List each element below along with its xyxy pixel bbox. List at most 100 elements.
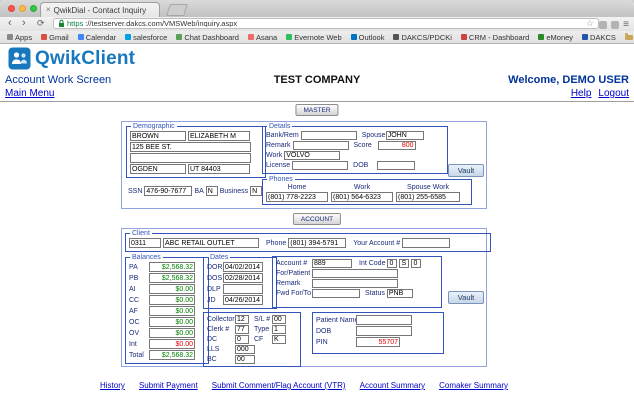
balance-input[interactable] [149, 339, 195, 349]
bc-input[interactable] [235, 355, 255, 364]
minimize-window-button[interactable] [19, 5, 26, 12]
cf-input[interactable] [272, 335, 286, 344]
int-code-input-3[interactable] [411, 259, 422, 268]
comaker-summary-link[interactable]: Comaker Summary [439, 381, 508, 390]
back-icon[interactable]: ‹ [8, 17, 12, 31]
client-name-input[interactable] [163, 238, 259, 248]
dc-input[interactable] [235, 335, 249, 344]
history-link[interactable]: History [100, 381, 125, 390]
reload-icon[interactable]: ⟳ [37, 17, 45, 31]
bookmark-item[interactable]: eMoney [538, 33, 573, 42]
bookmark-item[interactable]: Chat Dashboard [176, 33, 239, 42]
ba-input[interactable] [205, 186, 218, 196]
balance-input[interactable] [149, 273, 195, 283]
type-input[interactable] [272, 325, 286, 334]
master-section-button[interactable]: MASTER [295, 104, 339, 116]
your-account-input[interactable] [402, 238, 451, 248]
account-summary-link[interactable]: Account Summary [360, 381, 425, 390]
bookmark-item[interactable]: DAKCS [582, 33, 616, 42]
spouse-input[interactable] [385, 131, 424, 140]
other-bookmarks-button[interactable]: Other Bookmarks [624, 32, 634, 42]
last-name-input[interactable] [130, 131, 186, 141]
city-input[interactable] [130, 164, 186, 174]
submit-payment-link[interactable]: Submit Payment [139, 381, 198, 390]
zoom-window-button[interactable] [30, 5, 37, 12]
qwikclient-logo-icon [8, 47, 31, 70]
ssn-input[interactable] [144, 186, 193, 196]
submit-comment-link[interactable]: Submit Comment/Flag Account (VTR) [212, 381, 346, 390]
collector-input[interactable] [235, 315, 249, 324]
date-input[interactable] [223, 273, 263, 283]
chrome-menu-icon[interactable]: ≡ [623, 19, 629, 30]
client-phone-input[interactable] [288, 238, 347, 248]
sl-input[interactable] [272, 315, 286, 324]
forward-icon[interactable]: › [22, 17, 26, 31]
lls-input[interactable] [235, 345, 255, 354]
bookmark-item[interactable]: DAKCS/PDCKi [393, 33, 452, 42]
new-tab-button[interactable] [166, 4, 188, 16]
home-phone-input[interactable] [266, 192, 328, 202]
fwd-input[interactable] [312, 289, 360, 298]
account-remark-input[interactable] [312, 279, 398, 288]
patient-dob-input[interactable] [356, 326, 412, 336]
app-logo: QwikClient [8, 47, 135, 70]
balance-input[interactable] [149, 306, 195, 316]
address-line1-input[interactable] [130, 142, 251, 152]
pin-input[interactable] [356, 337, 400, 347]
bookmark-item[interactable]: salesforce [125, 33, 167, 42]
state-zip-input[interactable] [188, 164, 250, 174]
work-input[interactable] [284, 151, 341, 160]
bank-rem-input[interactable] [300, 131, 357, 140]
status-input[interactable] [386, 289, 413, 298]
date-input[interactable] [223, 295, 263, 305]
bookmark-item[interactable]: Calendar [77, 33, 116, 42]
work-phone-input[interactable] [331, 192, 393, 202]
score-input[interactable] [377, 141, 416, 150]
for-patient-input[interactable] [312, 269, 398, 278]
license-input[interactable] [292, 161, 349, 170]
bookmark-item[interactable]: Gmail [41, 33, 69, 42]
bookmark-item[interactable]: CRM - Dashboard [460, 33, 529, 42]
account-number-input[interactable] [312, 259, 352, 268]
tab-title: QwikDial - Contact Inquiry [53, 5, 147, 15]
balance-row: PB [129, 273, 205, 283]
address-line2-input[interactable] [130, 153, 251, 163]
logout-link[interactable]: Logout [598, 88, 629, 99]
int-code-input-2[interactable] [399, 259, 410, 268]
bookmark-item[interactable]: Asana [247, 33, 277, 42]
spouse-work-phone-input[interactable] [396, 192, 460, 202]
balance-label: AI [129, 285, 136, 293]
close-window-button[interactable] [8, 5, 15, 12]
date-input[interactable] [223, 262, 263, 272]
date-input[interactable] [223, 284, 263, 294]
extension-icon[interactable] [599, 20, 608, 29]
balance-input[interactable] [149, 317, 195, 327]
remark-input[interactable] [292, 141, 349, 150]
clerk-input[interactable] [235, 325, 249, 334]
balance-input[interactable] [149, 295, 195, 305]
balance-input[interactable] [149, 284, 195, 294]
main-menu-link[interactable]: Main Menu [5, 88, 54, 99]
browser-tab[interactable]: × QwikDial - Contact Inquiry [40, 2, 160, 17]
bookmark-star-icon[interactable]: ☆ [586, 19, 594, 28]
help-link[interactable]: Help [571, 88, 592, 99]
bookmark-item[interactable]: Evernote Web [286, 33, 342, 42]
vault-button-account[interactable]: Vault [448, 291, 484, 304]
balance-input[interactable] [149, 350, 195, 360]
account-section-button[interactable]: ACCOUNT [292, 213, 342, 225]
first-name-input[interactable] [188, 131, 250, 141]
patient-dob-label: DOB [316, 327, 332, 335]
client-number-input[interactable] [129, 238, 161, 248]
address-bar[interactable]: https ://testserver.dakcs.com/VMSWeb/inq… [53, 18, 599, 29]
int-code-input-1[interactable] [387, 259, 398, 268]
bookmark-favicon [176, 34, 183, 40]
bookmark-item[interactable]: Outlook [350, 33, 384, 42]
business-input[interactable] [250, 186, 263, 196]
balance-input[interactable] [149, 328, 195, 338]
patient-name-input[interactable] [356, 315, 412, 325]
balance-input[interactable] [149, 262, 195, 272]
bookmark-item[interactable]: Apps [7, 33, 32, 42]
dob-input[interactable] [377, 161, 416, 170]
tab-close-icon[interactable]: × [46, 6, 51, 14]
extension-icon[interactable] [611, 20, 620, 29]
